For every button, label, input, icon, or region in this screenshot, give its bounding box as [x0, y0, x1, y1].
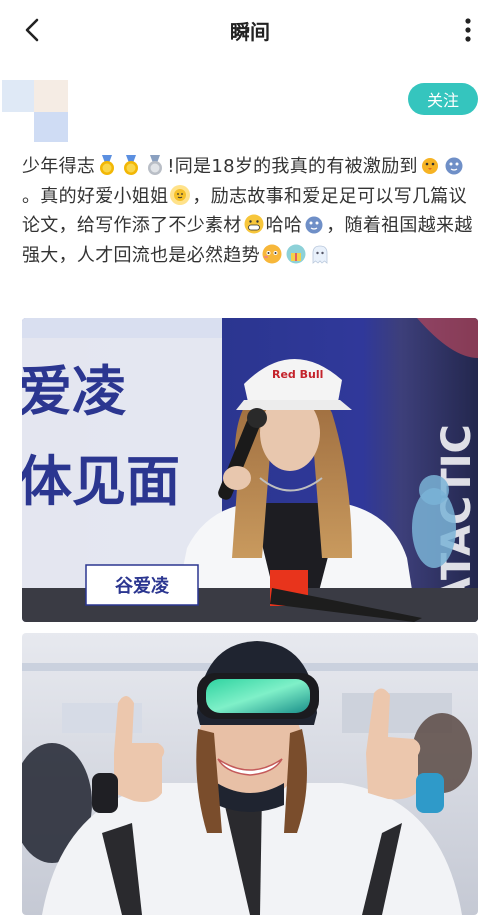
- banner-text-2: 体见面: [22, 450, 180, 513]
- post-text-segment: 哈哈: [265, 215, 303, 236]
- post-text-segment: !同是18岁的我真的有被激励到: [167, 156, 418, 177]
- more-options-button[interactable]: [450, 12, 486, 48]
- ski-portrait-image: [22, 633, 478, 915]
- post-text: 少年得志 !同是18岁的我真的有被激励到。真的好爱小姐姐 ，励志故事和爱足足可以写几…: [22, 152, 482, 270]
- gift-face-emoji: [286, 244, 306, 263]
- blue-blob-emoji: [305, 216, 323, 234]
- cap-logo: Red Bull: [272, 368, 323, 381]
- pleading-face-emoji: [262, 244, 282, 263]
- silver-medal-emoji: [148, 155, 163, 175]
- gold-medal-emoji: [100, 155, 115, 175]
- post-text-segment: 。真的好爱小姐姐: [22, 185, 169, 207]
- author-avatar[interactable]: [0, 78, 70, 142]
- press-conference-image: 爱凌 体见面 ATACTIC Red Bull 谷爱凌: [22, 318, 478, 622]
- grin-face-emoji: [244, 214, 264, 234]
- chick-emoji: [421, 158, 438, 174]
- sun-face-emoji: [170, 184, 191, 205]
- post-text-segment: 少年得志: [22, 156, 96, 177]
- gold-medal-emoji: [124, 155, 139, 175]
- banner-text-1: 爱凌: [22, 360, 127, 423]
- more-vertical-icon: [465, 18, 471, 42]
- ghost-emoji: [312, 245, 328, 264]
- blue-blob-emoji: [445, 157, 463, 175]
- name-card-text: 谷爱凌: [115, 575, 170, 597]
- post-photo-2[interactable]: [22, 633, 478, 915]
- top-bar: 瞬间: [0, 0, 500, 60]
- post-photo-1[interactable]: 爱凌 体见面 ATACTIC Red Bull 谷爱凌: [22, 318, 478, 622]
- page-title: 瞬间: [230, 20, 270, 44]
- follow-button[interactable]: 关注: [408, 83, 478, 115]
